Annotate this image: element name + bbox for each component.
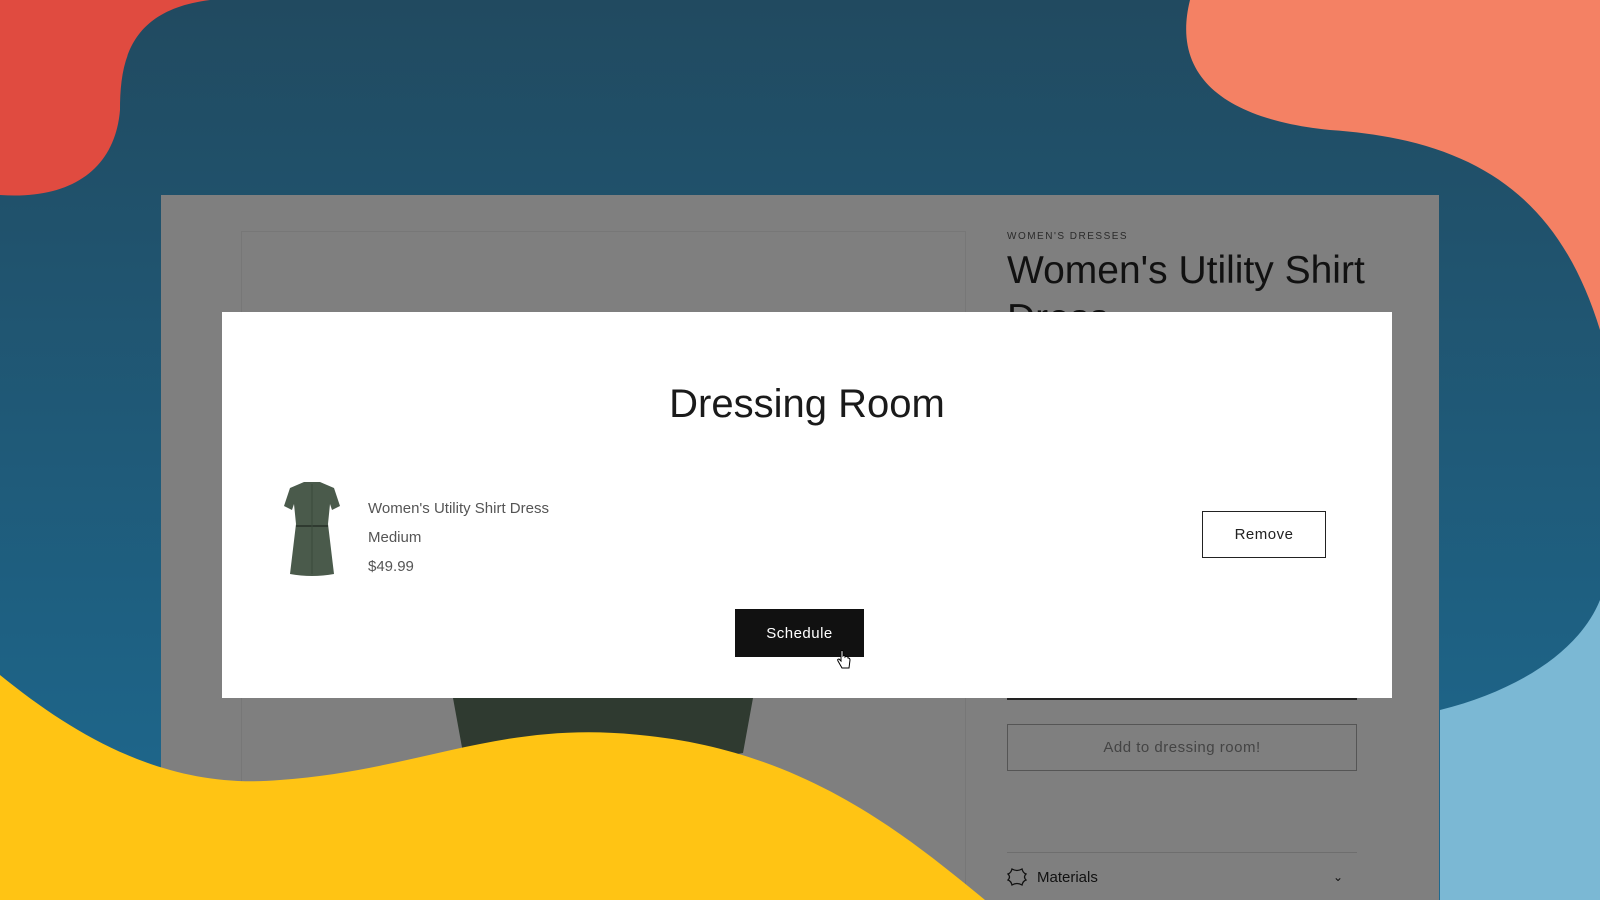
remove-button[interactable]: Remove: [1202, 511, 1326, 558]
item-thumbnail: [284, 482, 340, 576]
item-info: Women's Utility Shirt Dress Medium $49.9…: [368, 494, 549, 581]
item-name: Women's Utility Shirt Dress: [368, 500, 549, 517]
item-price: $49.99: [368, 558, 414, 575]
item-size: Medium: [368, 529, 422, 546]
dressing-room-modal: Dressing Room Women's Utility Shirt Dres…: [222, 312, 1392, 698]
hand-cursor-icon: [837, 650, 851, 669]
modal-title: Dressing Room: [669, 382, 945, 426]
